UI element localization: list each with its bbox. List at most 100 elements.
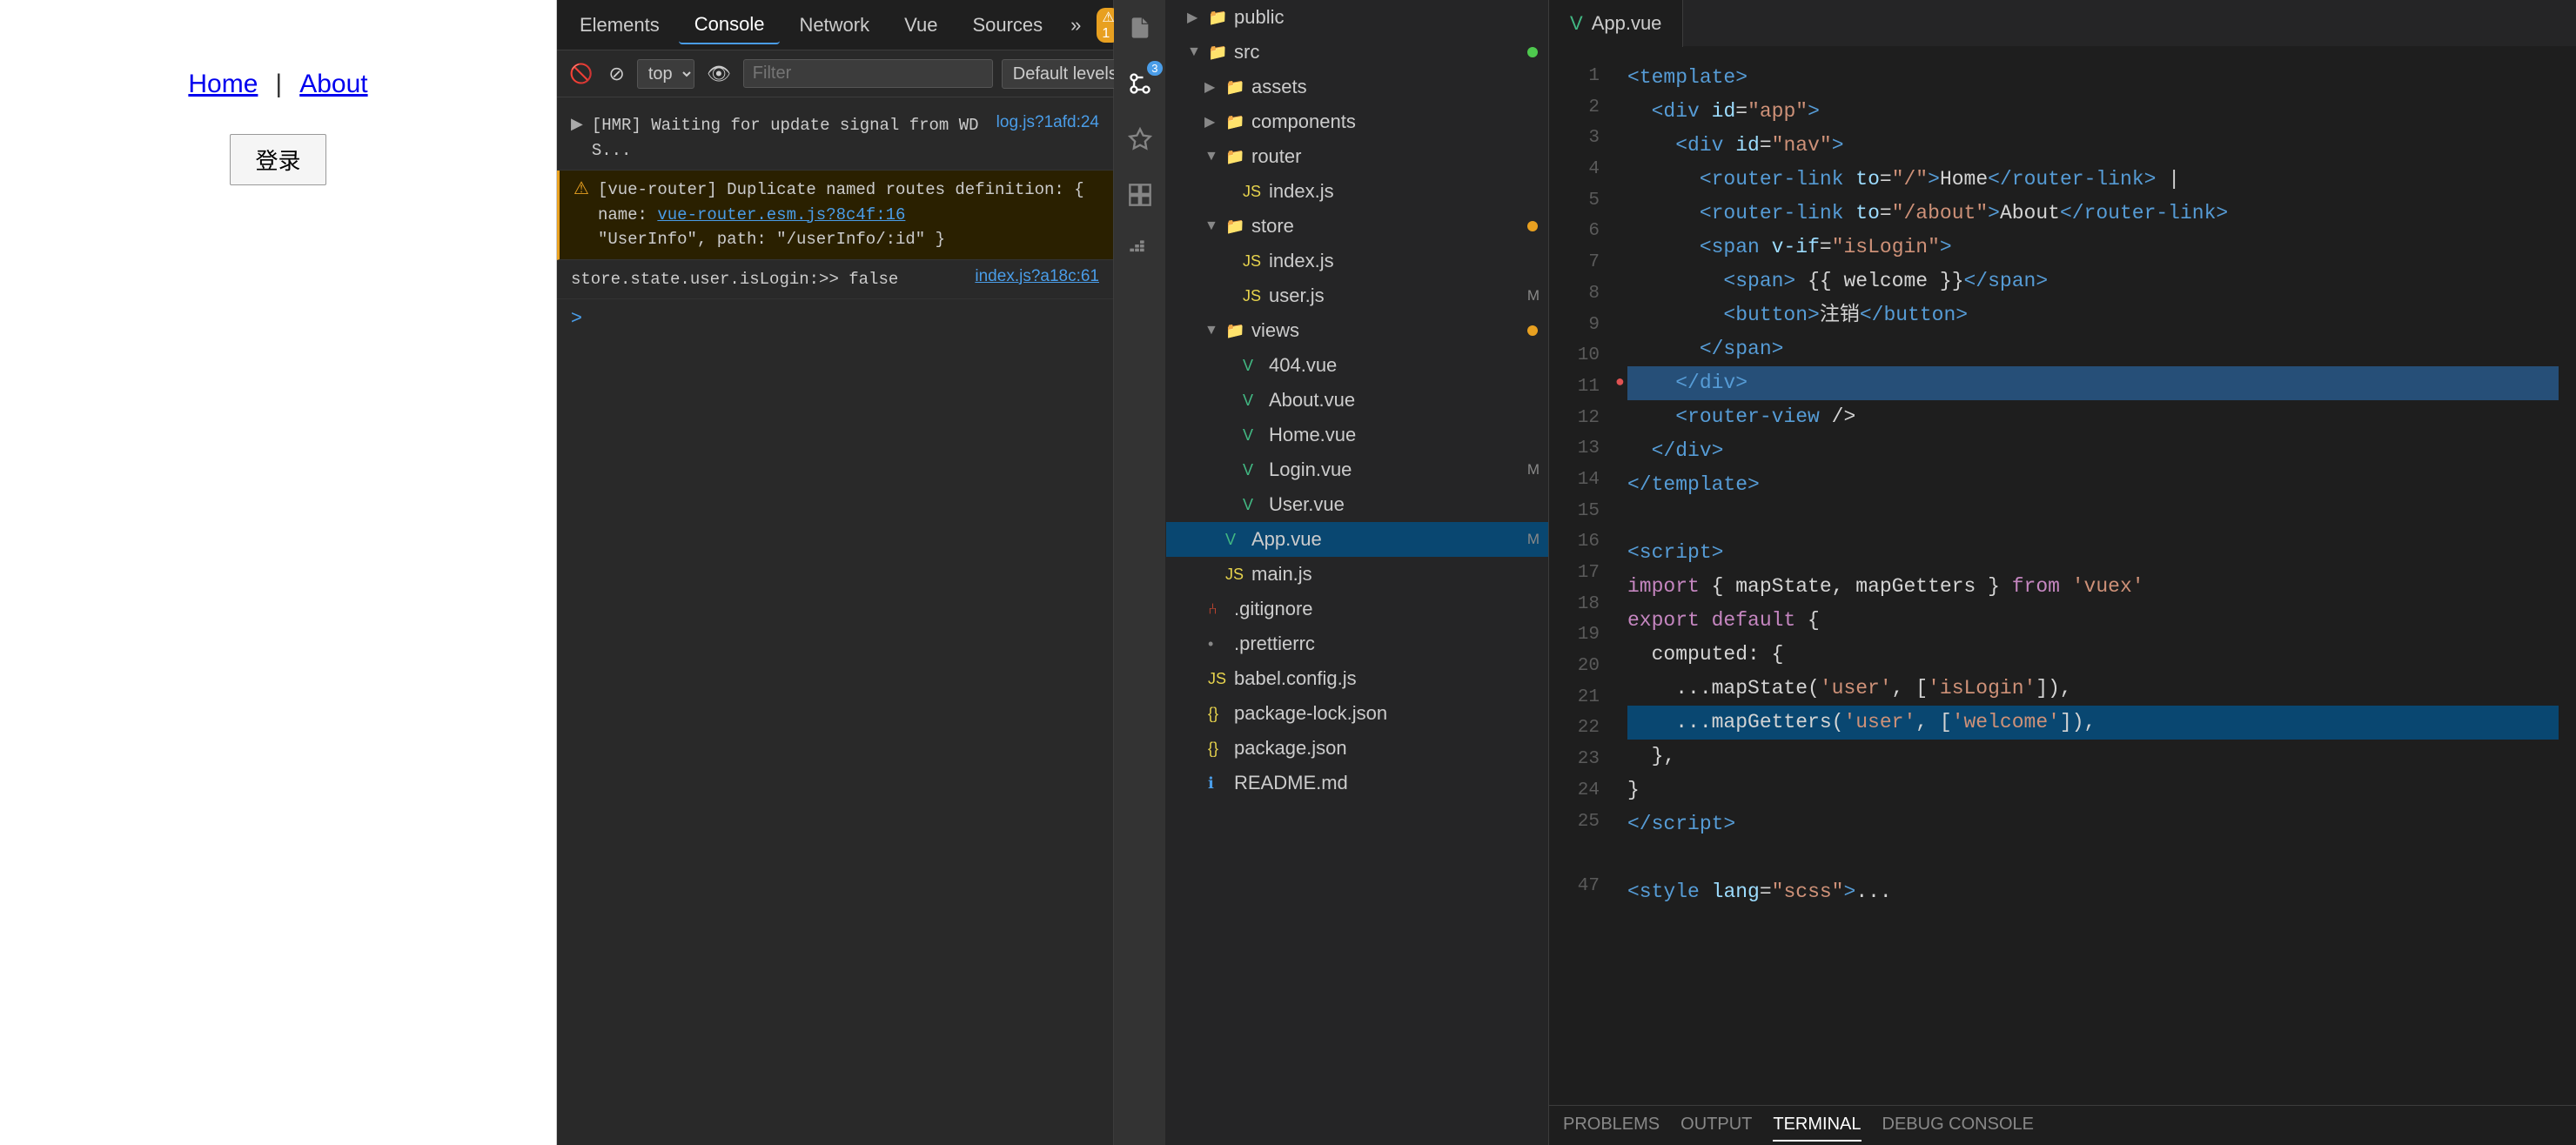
tab-elements[interactable]: Elements (564, 7, 675, 44)
tree-item-home[interactable]: V Home.vue (1166, 418, 1548, 452)
preview-content: Home | About 登录 (0, 0, 556, 1145)
console-row-warn: ⚠ [vue-router] Duplicate named routes de… (557, 171, 1113, 260)
code-line-4: <router-link to="/">Home</router-link> | (1627, 163, 2559, 197)
login-button[interactable]: 登录 (230, 134, 325, 185)
file-tree: ▶ 📁 public ▼ 📁 src ▶ 📁 assets ▶ 📁 compon… (1166, 0, 1549, 1145)
console-output: ▶ [HMR] Waiting for update signal from W… (557, 97, 1113, 1145)
code-line-9: </span> (1627, 332, 2559, 366)
vue-icon-login: V (1243, 461, 1264, 479)
about-nav-link[interactable]: About (299, 70, 367, 99)
code-line-21: }, (1627, 740, 2559, 773)
more-tabs-button[interactable]: » (1062, 10, 1090, 40)
code-line-6: <span v-if="isLogin"> (1627, 231, 2559, 264)
context-select[interactable]: top (637, 59, 694, 89)
arrow-router: ▼ (1204, 149, 1220, 164)
editor-tab-appvue[interactable]: V App.vue (1549, 0, 1683, 47)
console-input-row: > (557, 299, 1113, 336)
clear-console-icon[interactable]: 🚫 (566, 59, 596, 89)
tree-item-app[interactable]: V App.vue M (1166, 522, 1548, 557)
arrow-assets: ▶ (1204, 78, 1220, 96)
tree-item-login[interactable]: V Login.vue M (1166, 452, 1548, 487)
devtools-toolbar: 🚫 ⊘ top 👁 Default levels ▾ ⚠ 1 Issue: 1 … (557, 50, 1113, 97)
code-line-7: <span> {{ welcome }}</span> (1627, 264, 2559, 298)
json-icon-lock: {} (1208, 705, 1229, 723)
tab-sources[interactable]: Sources (956, 7, 1058, 44)
folder-icon-assets: 📁 (1225, 78, 1246, 97)
vue-icon-404: V (1243, 357, 1264, 375)
tree-item-gitignore[interactable]: ⑃ .gitignore (1166, 592, 1548, 626)
vue-icon-user: V (1243, 496, 1264, 514)
tree-item-public[interactable]: ▶ 📁 public (1166, 0, 1548, 35)
editor-header: V App.vue (1549, 0, 2576, 47)
js-icon-babel: JS (1208, 670, 1229, 688)
tree-item-router[interactable]: ▼ 📁 router (1166, 139, 1548, 174)
sidebar-docker-icon[interactable] (1121, 231, 1159, 270)
sidebar-git-icon[interactable]: 3 (1121, 64, 1159, 103)
sidebar-deploy-icon[interactable] (1121, 120, 1159, 158)
tree-item-store[interactable]: ▼ 📁 store (1166, 209, 1548, 244)
tab-console[interactable]: Console (679, 6, 781, 44)
tree-item-package-lock[interactable]: {} package-lock.json (1166, 696, 1548, 731)
store-link[interactable]: index.js?a18c:61 (975, 267, 1099, 286)
warn-link[interactable]: vue-router.esm.js?8c4f:16 (657, 205, 905, 224)
sidebar-files-icon[interactable] (1121, 9, 1159, 47)
folder-icon-components: 📁 (1225, 113, 1246, 131)
label-assets: assets (1251, 76, 1540, 98)
tree-item-user[interactable]: V User.vue (1166, 487, 1548, 522)
tree-item-main[interactable]: JS main.js (1166, 557, 1548, 592)
folder-icon-store: 📁 (1225, 218, 1246, 236)
eye-icon[interactable]: 👁 (703, 59, 735, 89)
devtools-tabs: Elements Console Network Vue Sources » ⚠… (557, 0, 1113, 50)
row-arrow: ▶ (571, 115, 583, 133)
label-store: store (1251, 215, 1522, 238)
tree-item-src[interactable]: ▼ 📁 src (1166, 35, 1548, 70)
folder-icon-router: 📁 (1225, 148, 1246, 166)
tree-item-components[interactable]: ▶ 📁 components (1166, 104, 1548, 139)
arrow-views: ▼ (1204, 323, 1220, 338)
console-text-store: store.state.user.isLogin:>> false (571, 267, 966, 292)
dot-src (1527, 47, 1538, 57)
folder-icon-views: 📁 (1225, 322, 1246, 340)
tree-item-about[interactable]: V About.vue (1166, 383, 1548, 418)
tab-vue[interactable]: Vue (889, 7, 953, 44)
filter-input[interactable] (743, 59, 993, 88)
tree-item-package[interactable]: {} package.json (1166, 731, 1548, 766)
tree-item-404[interactable]: V 404.vue (1166, 348, 1548, 383)
tab-output[interactable]: OUTPUT (1680, 1109, 1752, 1142)
code-line-15: <script> (1627, 536, 2559, 570)
console-text: [HMR] Waiting for update signal from WDS… (592, 113, 988, 163)
tree-item-views[interactable]: ▼ 📁 views (1166, 313, 1548, 348)
console-timestamp[interactable]: log.js?1afd:24 (996, 113, 1099, 132)
filter-icon[interactable]: ⊘ (605, 59, 627, 89)
tree-item-assets[interactable]: ▶ 📁 assets (1166, 70, 1548, 104)
arrow-public: ▶ (1187, 9, 1203, 26)
tab-debug-console[interactable]: DEBUG CONSOLE (1882, 1109, 2034, 1142)
code-line-18: computed: { (1627, 638, 2559, 672)
tab-network[interactable]: Network (783, 7, 885, 44)
label-home: Home.vue (1269, 424, 1540, 446)
console-row-store: store.state.user.isLogin:>> false index.… (557, 260, 1113, 300)
badge-login: M (1527, 461, 1540, 479)
tab-problems[interactable]: PROBLEMS (1563, 1109, 1660, 1142)
devtools-panel: Elements Console Network Vue Sources » ⚠… (557, 0, 1114, 1145)
tree-item-readme[interactable]: ℹ README.md (1166, 766, 1548, 800)
home-nav-link[interactable]: Home (188, 70, 258, 99)
tree-item-babel[interactable]: JS babel.config.js (1166, 661, 1548, 696)
arrow-components: ▶ (1204, 113, 1220, 131)
dot-views (1527, 325, 1538, 336)
vue-icon-home: V (1243, 426, 1264, 445)
tree-item-prettierrc[interactable]: • .prettierrc (1166, 626, 1548, 661)
console-text-warn: [vue-router] Duplicate named routes defi… (598, 177, 1099, 252)
tree-item-router-index[interactable]: JS index.js (1166, 174, 1548, 209)
git-icon-gitignore: ⑃ (1208, 600, 1229, 619)
tree-item-store-index[interactable]: JS index.js (1166, 244, 1548, 278)
tab-terminal[interactable]: TERMINAL (1773, 1109, 1861, 1142)
vue-icon-about: V (1243, 392, 1264, 410)
sidebar-extensions-icon[interactable] (1121, 176, 1159, 214)
js-icon-router: JS (1243, 183, 1264, 201)
badge-app: M (1527, 531, 1540, 548)
tree-item-store-user[interactable]: JS user.js M (1166, 278, 1548, 313)
label-babel: babel.config.js (1234, 667, 1540, 690)
code-line-12: </div> (1627, 434, 2559, 468)
code-line-22: } (1627, 773, 2559, 807)
